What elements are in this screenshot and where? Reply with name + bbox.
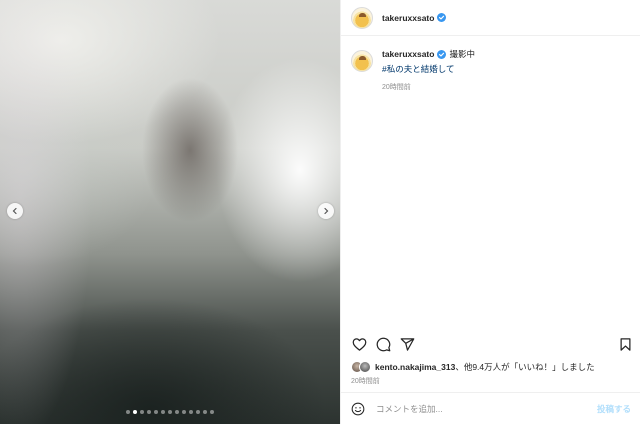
verified-icon — [437, 13, 447, 22]
slide-dot — [126, 410, 130, 414]
likes-summary: kento.nakajima_313 、他9.4万人が「いいね！」しました — [351, 361, 595, 373]
share-button[interactable] — [399, 336, 415, 352]
caption-line: takeruxxsato 撮影中 — [382, 48, 475, 60]
chevron-right-icon — [324, 207, 329, 215]
caption-avatar[interactable] — [351, 50, 373, 72]
comment-bar: 投稿する — [341, 392, 640, 424]
chevron-left-icon — [12, 207, 17, 215]
share-icon — [400, 337, 414, 351]
post-caption: takeruxxsato 撮影中 #私の夫と結婚して 20時間前 — [351, 48, 631, 92]
comment-icon — [376, 337, 390, 351]
comment-input[interactable] — [376, 403, 576, 414]
heart-icon — [352, 337, 366, 351]
caption-body: takeruxxsato 撮影中 #私の夫と結婚して 20時間前 — [382, 48, 475, 92]
caption-username[interactable]: takeruxxsato — [382, 49, 434, 59]
slide-dot — [147, 410, 151, 414]
likes-text[interactable]: 、他9.4万人が「いいね！」しました — [455, 361, 594, 373]
save-button[interactable] — [617, 336, 633, 352]
caption-text: 撮影中 — [449, 49, 475, 59]
emoji-icon — [351, 402, 365, 415]
slide-dot — [161, 410, 165, 414]
post-header: takeruxxsato — [341, 0, 640, 36]
bookmark-icon — [620, 337, 630, 351]
post-timestamp[interactable]: 20時間前 — [351, 376, 380, 386]
slide-dot — [140, 410, 144, 414]
slide-indicator — [0, 410, 340, 414]
caption-hashtag[interactable]: #私の夫と結婚して — [382, 63, 475, 75]
slide-dot — [203, 410, 207, 414]
slide-dot — [196, 410, 200, 414]
avatar — [359, 361, 371, 373]
next-slide-button[interactable] — [318, 203, 334, 219]
slide-dot — [175, 410, 179, 414]
post-details-panel: takeruxxsato takeruxxsato 撮影中 #私の夫と結婚して — [340, 0, 640, 424]
post-photo — [0, 0, 340, 424]
emoji-button[interactable] — [351, 402, 365, 416]
slide-dot — [154, 410, 158, 414]
like-button[interactable] — [351, 336, 367, 352]
slide-dot — [168, 410, 172, 414]
previous-slide-button[interactable] — [7, 203, 23, 219]
avatar[interactable] — [351, 6, 373, 29]
verified-icon — [437, 49, 447, 59]
slide-dot — [189, 410, 193, 414]
liker-avatars[interactable] — [351, 361, 371, 373]
post-comment-button[interactable]: 投稿する — [597, 403, 631, 415]
caption-timestamp: 20時間前 — [382, 84, 411, 91]
photo-light-haze — [0, 0, 340, 424]
slide-dot — [182, 410, 186, 414]
slide-dot — [133, 410, 137, 414]
header-username[interactable]: takeruxxsato — [382, 13, 434, 23]
liker-username[interactable]: kento.nakajima_313 — [375, 362, 455, 372]
slide-dot — [210, 410, 214, 414]
comment-button[interactable] — [375, 336, 391, 352]
post-actions — [351, 336, 633, 352]
